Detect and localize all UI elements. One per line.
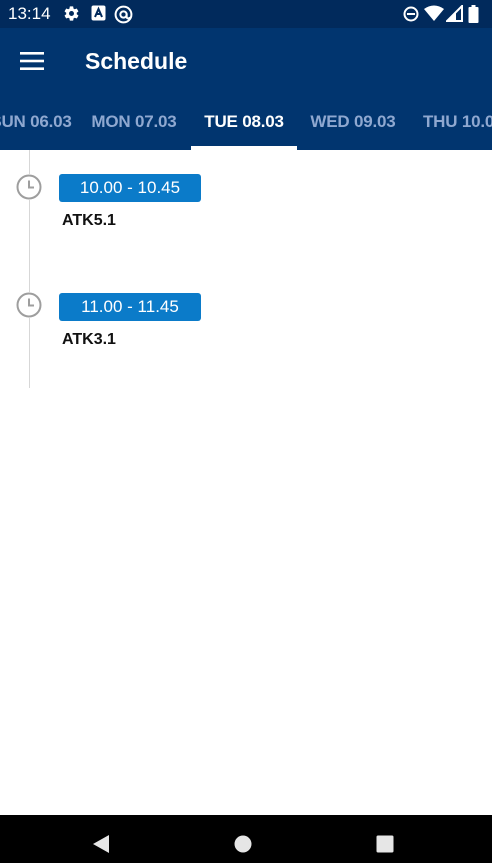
tab-wed-09-03[interactable]: WED 09.03	[299, 94, 407, 150]
back-icon[interactable]	[92, 834, 110, 854]
navigation-bar	[0, 815, 492, 863]
status-time: 13:14	[8, 4, 51, 23]
schedule-entry-title[interactable]: ATK5.1	[62, 211, 116, 231]
schedule-entry-title[interactable]: ATK3.1	[62, 330, 116, 350]
page-title: Schedule	[85, 48, 188, 74]
active-tab-indicator	[191, 146, 297, 150]
time-badge: 10.00 - 10.45	[59, 174, 201, 202]
tab-tue-08-03[interactable]: TUE 08.03	[191, 94, 297, 150]
do-not-disturb-icon	[403, 6, 419, 22]
a-badge-icon	[91, 5, 106, 21]
settings-gear-icon	[64, 6, 79, 21]
tab-mon-07-03[interactable]: MON 07.03	[80, 94, 188, 150]
clock-icon	[16, 292, 42, 318]
hamburger-menu-icon	[20, 52, 44, 70]
at-sign-icon	[114, 5, 133, 24]
signal-icon	[446, 5, 463, 22]
menu-button[interactable]	[12, 43, 52, 79]
app-bar: Schedule	[0, 28, 492, 94]
recents-icon[interactable]	[376, 835, 394, 853]
wifi-icon	[424, 5, 444, 21]
battery-icon	[468, 5, 479, 23]
tab-thu-10-03[interactable]: THU 10.03	[413, 94, 492, 150]
status-bar: 13:14	[0, 0, 492, 28]
clock-icon	[16, 174, 42, 200]
home-icon[interactable]	[234, 835, 252, 853]
date-tabs: SUN 06.03 MON 07.03 TUE 08.03 WED 09.03 …	[0, 94, 492, 150]
tab-sun-06-03[interactable]: SUN 06.03	[0, 94, 85, 150]
time-badge: 11.00 - 11.45	[59, 293, 201, 321]
